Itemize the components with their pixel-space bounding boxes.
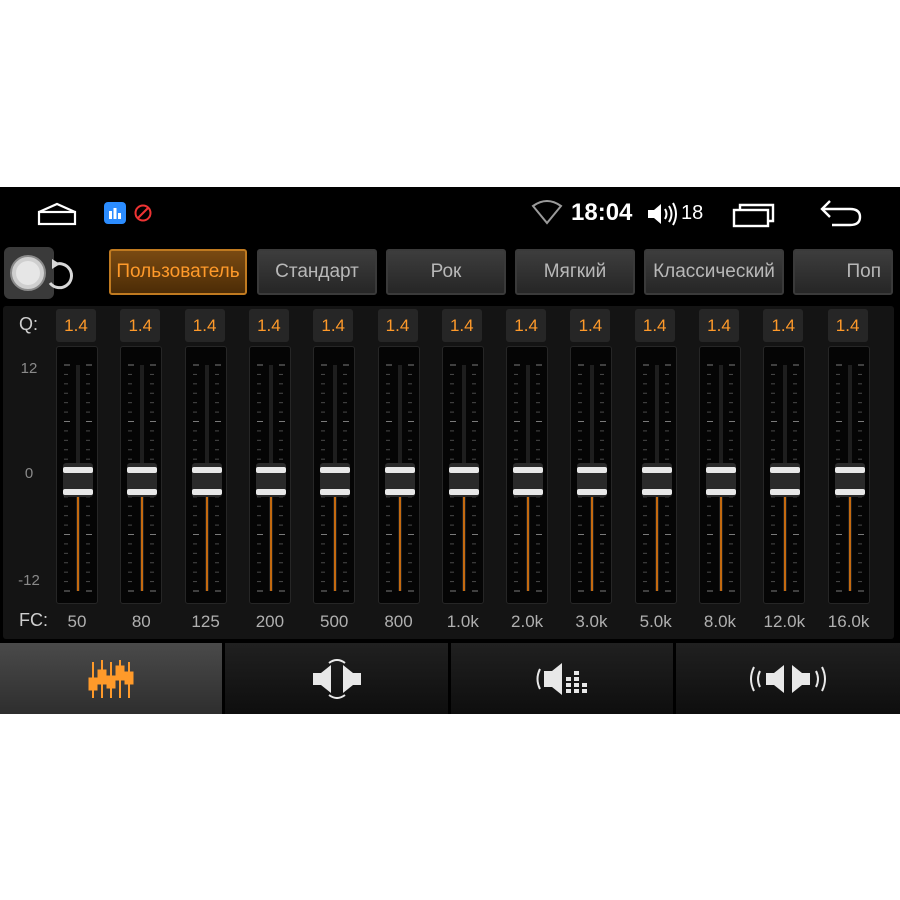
preset-user-button[interactable]: Пользователь bbox=[109, 249, 247, 295]
eq-slider-80[interactable] bbox=[120, 346, 163, 604]
clock: 18:04 bbox=[571, 199, 633, 226]
eq-slider-800[interactable] bbox=[377, 346, 420, 604]
fc-value-label: 12.0k bbox=[763, 612, 806, 631]
slider-handle[interactable] bbox=[63, 463, 93, 497]
fc-label: FC: bbox=[19, 610, 48, 630]
fc-value-label: 16.0k bbox=[827, 612, 870, 631]
slider-handle[interactable] bbox=[706, 463, 736, 497]
slider-handle[interactable] bbox=[834, 463, 865, 497]
scale-max-label: 12 bbox=[20, 360, 38, 377]
fc-value-label: 500 bbox=[320, 612, 349, 631]
home-icon[interactable] bbox=[36, 201, 78, 227]
slider-handle[interactable] bbox=[384, 463, 415, 497]
app-badge-icon bbox=[104, 202, 126, 224]
fc-value-label: 125 bbox=[191, 612, 220, 631]
eq-slider-50[interactable] bbox=[56, 346, 98, 604]
slider-handle[interactable] bbox=[255, 463, 286, 497]
fc-value-label: 5.0k bbox=[639, 612, 672, 631]
tab-equalizer[interactable] bbox=[0, 643, 222, 714]
fc-value-label: 800 bbox=[384, 612, 413, 631]
recents-icon[interactable] bbox=[732, 201, 776, 229]
slider-handle[interactable] bbox=[127, 463, 158, 497]
bottom-tab-bar bbox=[0, 643, 900, 714]
fc-value-label: 3.0k bbox=[575, 612, 608, 631]
slider-track bbox=[770, 364, 801, 592]
q-value-badge[interactable]: 1.4 bbox=[377, 309, 418, 342]
slider-track bbox=[320, 364, 351, 592]
preset-rock-button[interactable]: Рок bbox=[386, 249, 506, 295]
blocked-icon bbox=[134, 204, 152, 222]
q-value-badge[interactable]: 1.4 bbox=[634, 309, 675, 342]
slider-track bbox=[191, 364, 222, 592]
slider-handle[interactable] bbox=[641, 463, 672, 497]
slider-track bbox=[513, 364, 544, 592]
eq-slider-200[interactable] bbox=[248, 346, 291, 604]
slider-track bbox=[448, 364, 479, 592]
q-value-badge[interactable]: 1.4 bbox=[56, 309, 96, 342]
slider-handle[interactable] bbox=[191, 463, 222, 497]
equalizer-screen: 18:04 18 Пользователь Стандарт Рок Мягкий Кл… bbox=[0, 187, 900, 714]
scale-mid-label: 0 bbox=[24, 465, 34, 482]
preset-pop-button[interactable]: Поп bbox=[793, 249, 893, 295]
eq-slider-16.0k[interactable] bbox=[827, 346, 870, 604]
fc-value-label: 8.0k bbox=[703, 612, 737, 631]
tab-speaker-balance[interactable] bbox=[225, 643, 448, 714]
preset-standard-button[interactable]: Стандарт bbox=[257, 249, 377, 295]
preset-soft-button[interactable]: Мягкий bbox=[515, 249, 635, 295]
slider-handle[interactable] bbox=[577, 463, 608, 497]
q-value-badge[interactable]: 1.4 bbox=[248, 309, 289, 342]
fc-value-label: 1.0k bbox=[446, 612, 479, 631]
equalizer-icon bbox=[87, 658, 135, 700]
slider-track bbox=[255, 364, 286, 592]
slider-handle[interactable] bbox=[320, 463, 351, 497]
tab-subwoofer[interactable] bbox=[451, 643, 673, 714]
q-value-badge[interactable]: 1.4 bbox=[763, 309, 804, 342]
back-icon[interactable] bbox=[818, 197, 864, 229]
slider-handle[interactable] bbox=[448, 463, 479, 497]
q-value-badge[interactable]: 1.4 bbox=[313, 309, 354, 342]
preset-classical-button[interactable]: Классический bbox=[644, 249, 784, 295]
slider-track bbox=[63, 364, 93, 592]
fc-value-label: 80 bbox=[131, 612, 151, 631]
eq-slider-5.0k[interactable] bbox=[634, 346, 677, 604]
eq-slider-500[interactable] bbox=[313, 346, 356, 604]
surround-sound-icon bbox=[746, 659, 830, 699]
slider-handle[interactable] bbox=[513, 463, 544, 497]
equalizer-panel: Q: 12 0 -12 FC: 1.4 50 1.4 80 1.4 125 1.4 200 1.… bbox=[3, 306, 894, 639]
slider-track bbox=[834, 364, 865, 592]
q-value-badge[interactable]: 1.4 bbox=[506, 309, 547, 342]
speaker-balance-icon bbox=[309, 658, 365, 699]
slider-track bbox=[577, 364, 608, 592]
preset-row: Пользователь Стандарт Рок Мягкий Классически… bbox=[0, 243, 900, 303]
status-bar: 18:04 18 bbox=[0, 187, 900, 239]
q-value-badge[interactable]: 1.4 bbox=[827, 309, 868, 342]
q-value-badge[interactable]: 1.4 bbox=[441, 309, 482, 342]
slider-track bbox=[706, 364, 736, 592]
fc-value-label: 2.0k bbox=[511, 612, 544, 631]
eq-slider-1.0k[interactable] bbox=[441, 346, 484, 604]
q-value-badge[interactable]: 1.4 bbox=[699, 309, 739, 342]
tab-surround-sound[interactable] bbox=[676, 643, 900, 714]
eq-slider-12.0k[interactable] bbox=[763, 346, 806, 604]
volume-level: 18 bbox=[681, 202, 704, 224]
eq-slider-2.0k[interactable] bbox=[506, 346, 549, 604]
slider-handle[interactable] bbox=[770, 463, 801, 497]
q-value-badge[interactable]: 1.4 bbox=[184, 309, 225, 342]
slider-track bbox=[641, 364, 672, 592]
reset-icon[interactable] bbox=[4, 247, 80, 299]
slider-track bbox=[384, 364, 415, 592]
q-value-badge[interactable]: 1.4 bbox=[120, 309, 161, 342]
fc-value-label: 50 bbox=[67, 612, 87, 631]
subwoofer-icon bbox=[534, 659, 590, 699]
q-value-badge[interactable]: 1.4 bbox=[570, 309, 611, 342]
eq-slider-125[interactable] bbox=[184, 346, 227, 604]
scale-min-label: -12 bbox=[18, 572, 40, 589]
eq-slider-8.0k[interactable] bbox=[699, 346, 741, 604]
q-label: Q: bbox=[19, 314, 39, 334]
volume-icon[interactable] bbox=[646, 201, 678, 227]
fc-value-label: 200 bbox=[255, 612, 285, 631]
eq-slider-3.0k[interactable] bbox=[570, 346, 613, 604]
wifi-icon bbox=[531, 200, 563, 225]
slider-track bbox=[127, 364, 158, 592]
